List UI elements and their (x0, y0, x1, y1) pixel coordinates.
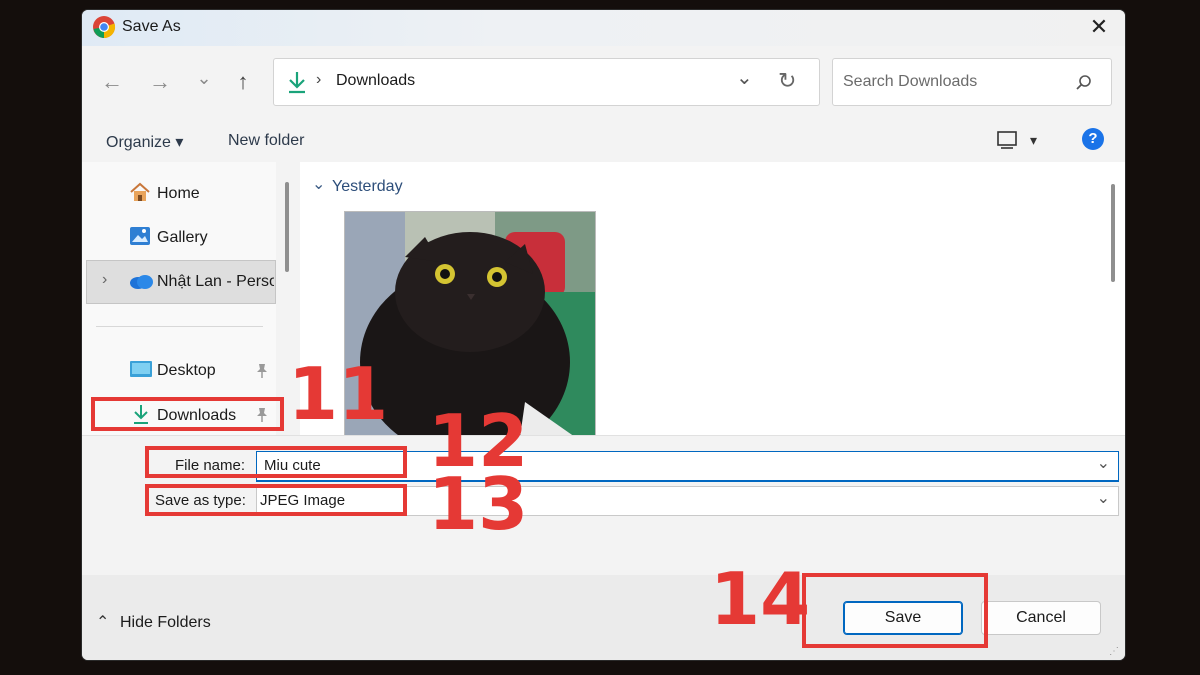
back-button[interactable]: ← (98, 68, 126, 96)
chrome-logo-icon (93, 16, 116, 39)
cancel-button[interactable]: Cancel (981, 601, 1101, 635)
annotation-box-downloads (91, 397, 284, 431)
home-icon (130, 182, 150, 201)
download-arrow-icon (289, 72, 305, 94)
group-header-yesterday[interactable]: Yesterday (332, 178, 403, 196)
view-icon[interactable] (996, 130, 1018, 150)
search-placeholder: Search Downloads (843, 73, 978, 90)
up-button[interactable]: ↑ (229, 68, 257, 96)
file-list-area: ⌄ Yesterday (300, 162, 1125, 437)
gallery-icon (130, 227, 150, 245)
breadcrumb-separator: › (316, 71, 322, 88)
title-bar: Save As ✕ (82, 10, 1125, 46)
hide-folders-button[interactable]: Hide Folders (120, 614, 211, 632)
sidebar-item-onedrive-label: Nhật Lan - Perso (157, 273, 274, 290)
sidebar-item-home[interactable]: Home (157, 185, 200, 203)
annotation-box-save-type (145, 484, 407, 516)
close-button[interactable]: ✕ (1085, 14, 1113, 42)
organize-button[interactable]: Organize ▾ (106, 132, 183, 152)
refresh-icon[interactable]: ↻ (778, 68, 796, 94)
address-dropdown-icon[interactable]: ⌄ (736, 65, 753, 90)
save-as-dialog: Save As ✕ ← → ⌄ ↑ › Downloads ⌄ ↻ Search… (82, 10, 1125, 660)
save-type-dropdown-icon[interactable]: ⌄ (1097, 488, 1110, 508)
annotation-box-save (802, 573, 988, 648)
recent-locations-button[interactable]: ⌄ (190, 64, 218, 92)
expand-chevron-icon[interactable]: › (102, 271, 107, 289)
window-title: Save As (122, 18, 181, 35)
sidebar-item-desktop[interactable]: Desktop (157, 362, 216, 380)
forward-button[interactable]: → (146, 68, 174, 96)
new-folder-button[interactable]: New folder (228, 132, 304, 150)
annotation-number-11: 11 (288, 352, 389, 436)
desktop-icon (130, 361, 152, 377)
search-input[interactable]: Search Downloads (832, 58, 1112, 106)
view-dropdown-icon[interactable]: ▾ (1030, 132, 1037, 149)
address-bar[interactable]: › Downloads ⌄ (273, 58, 820, 106)
search-icon (1076, 75, 1091, 90)
pin-icon (257, 364, 267, 378)
sidebar-divider (96, 326, 263, 327)
file-name-dropdown-icon[interactable]: ⌄ (1097, 453, 1110, 473)
onedrive-cloud-icon (130, 275, 153, 289)
resize-grip-icon[interactable]: ⋰ (1109, 646, 1119, 657)
annotation-number-13: 13 (428, 462, 529, 546)
annotation-box-file-name (145, 446, 407, 478)
hide-folders-chevron-icon[interactable]: ⌃ (96, 612, 109, 632)
sidebar-item-gallery[interactable]: Gallery (157, 229, 208, 247)
annotation-number-14: 14 (710, 557, 811, 641)
breadcrumb-location[interactable]: Downloads (336, 72, 415, 90)
group-chevron-icon[interactable]: ⌄ (312, 174, 325, 194)
help-button[interactable]: ? (1082, 128, 1104, 150)
content-scrollbar[interactable] (1111, 184, 1115, 282)
nav-scrollbar[interactable] (285, 182, 289, 272)
